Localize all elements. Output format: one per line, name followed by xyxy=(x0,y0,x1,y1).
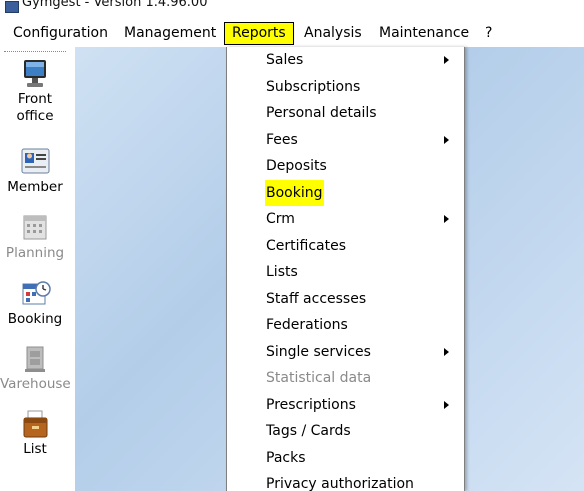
sidebar-item-booking[interactable]: Booking xyxy=(0,279,70,328)
reports-menu-item-prescriptions[interactable]: Prescriptions xyxy=(227,392,464,418)
menu-item-label: Certificates xyxy=(266,237,347,254)
reports-menu-item-single-services[interactable]: Single services xyxy=(227,339,464,365)
submenu-arrow-icon xyxy=(444,347,449,356)
reports-menu-item-certificates[interactable]: Certificates xyxy=(227,233,464,259)
sidebar-label-list: List xyxy=(23,441,47,457)
menu-item-label: Federations xyxy=(266,317,348,333)
reports-menu-item-packs[interactable]: Packs xyxy=(227,445,464,471)
reports-menu-item-federations[interactable]: Federations xyxy=(227,312,464,338)
menu-reports[interactable]: Reports xyxy=(224,22,294,45)
reports-menu-item-sales[interactable]: Sales xyxy=(227,47,464,73)
reports-menu-item-personal-details[interactable]: Personal details xyxy=(227,100,464,126)
menu-item-label: Crm xyxy=(266,211,295,227)
sidebar: Front office Member Planning Booking Var… xyxy=(0,47,75,491)
sidebar-separator xyxy=(4,51,66,52)
menu-management[interactable]: Management xyxy=(117,22,223,45)
sidebar-item-varehouse[interactable]: Varehouse xyxy=(0,344,71,393)
submenu-arrow-icon xyxy=(444,400,449,409)
reports-menu-item-tags-cards[interactable]: Tags / Cards xyxy=(227,418,464,444)
sidebar-label-planning: Planning xyxy=(5,245,65,261)
reports-menu-item-deposits[interactable]: Deposits xyxy=(227,153,464,179)
app-icon xyxy=(5,1,19,13)
sidebar-label-varehouse: Varehouse xyxy=(0,376,71,392)
warehouse-icon xyxy=(21,344,49,374)
menu-item-label: Packs xyxy=(266,449,306,466)
menu-item-label: Single services xyxy=(266,343,371,360)
menu-bar: Configuration Management Reports Analysi… xyxy=(0,20,584,47)
sidebar-item-front-office[interactable]: Front office xyxy=(0,59,70,125)
menu-item-label: Deposits xyxy=(266,158,327,174)
reports-menu-item-subscriptions[interactable]: Subscriptions xyxy=(227,74,464,100)
sidebar-item-member[interactable]: Member xyxy=(0,147,70,196)
reports-menu-item-booking[interactable]: Booking xyxy=(227,179,464,206)
menu-item-label: Fees xyxy=(266,131,298,148)
booking-calendar-icon xyxy=(21,279,51,309)
menu-item-label: Sales xyxy=(266,52,304,68)
sidebar-label-office: office xyxy=(16,108,54,124)
reports-menu-item-crm[interactable]: Crm xyxy=(227,206,464,232)
menu-analysis[interactable]: Analysis xyxy=(297,22,369,45)
sidebar-item-planning[interactable]: Planning xyxy=(0,213,70,262)
menu-item-label: Personal details xyxy=(266,105,377,121)
submenu-arrow-icon xyxy=(444,215,449,223)
menu-item-label: Staff accesses xyxy=(266,290,367,307)
menu-item-label: Lists xyxy=(266,264,298,280)
reports-menu-item-statistical-data: Statistical data xyxy=(227,365,464,391)
list-box-icon xyxy=(21,409,49,439)
submenu-arrow-icon xyxy=(444,56,449,64)
reports-menu-item-lists[interactable]: Lists xyxy=(227,259,464,285)
sidebar-label-booking: Booking xyxy=(7,311,63,327)
menu-item-label: Tags / Cards xyxy=(266,423,351,439)
menu-item-label: Statistical data xyxy=(266,370,372,386)
reports-menu-item-fees[interactable]: Fees xyxy=(227,127,464,153)
sidebar-label-front: Front xyxy=(17,91,53,107)
reports-menu-item-staff-accesses[interactable]: Staff accesses xyxy=(227,286,464,312)
title-bar: Gymgest - Version 1.4.96.00 xyxy=(0,0,584,14)
sidebar-item-list[interactable]: List xyxy=(0,409,70,458)
submenu-arrow-icon xyxy=(444,135,449,144)
reports-menu-item-privacy-authorization[interactable]: Privacy authorization xyxy=(227,471,464,491)
menu-item-label: Subscriptions xyxy=(266,78,361,95)
menu-help[interactable]: ? xyxy=(478,22,499,45)
reports-dropdown-menu: Sales Subscriptions Personal details Fee… xyxy=(226,47,465,491)
calendar-icon xyxy=(21,213,49,243)
menu-maintenance[interactable]: Maintenance xyxy=(372,22,476,45)
menu-item-label: Privacy authorization xyxy=(266,476,414,491)
window-title: Gymgest - Version 1.4.96.00 xyxy=(22,0,208,10)
menu-item-label-highlighted: Booking xyxy=(265,179,324,206)
monitor-icon xyxy=(21,59,49,89)
member-card-icon xyxy=(21,147,50,177)
sidebar-label-member: Member xyxy=(7,179,63,195)
menu-configuration[interactable]: Configuration xyxy=(6,22,115,45)
menu-item-label: Prescriptions xyxy=(266,396,356,413)
